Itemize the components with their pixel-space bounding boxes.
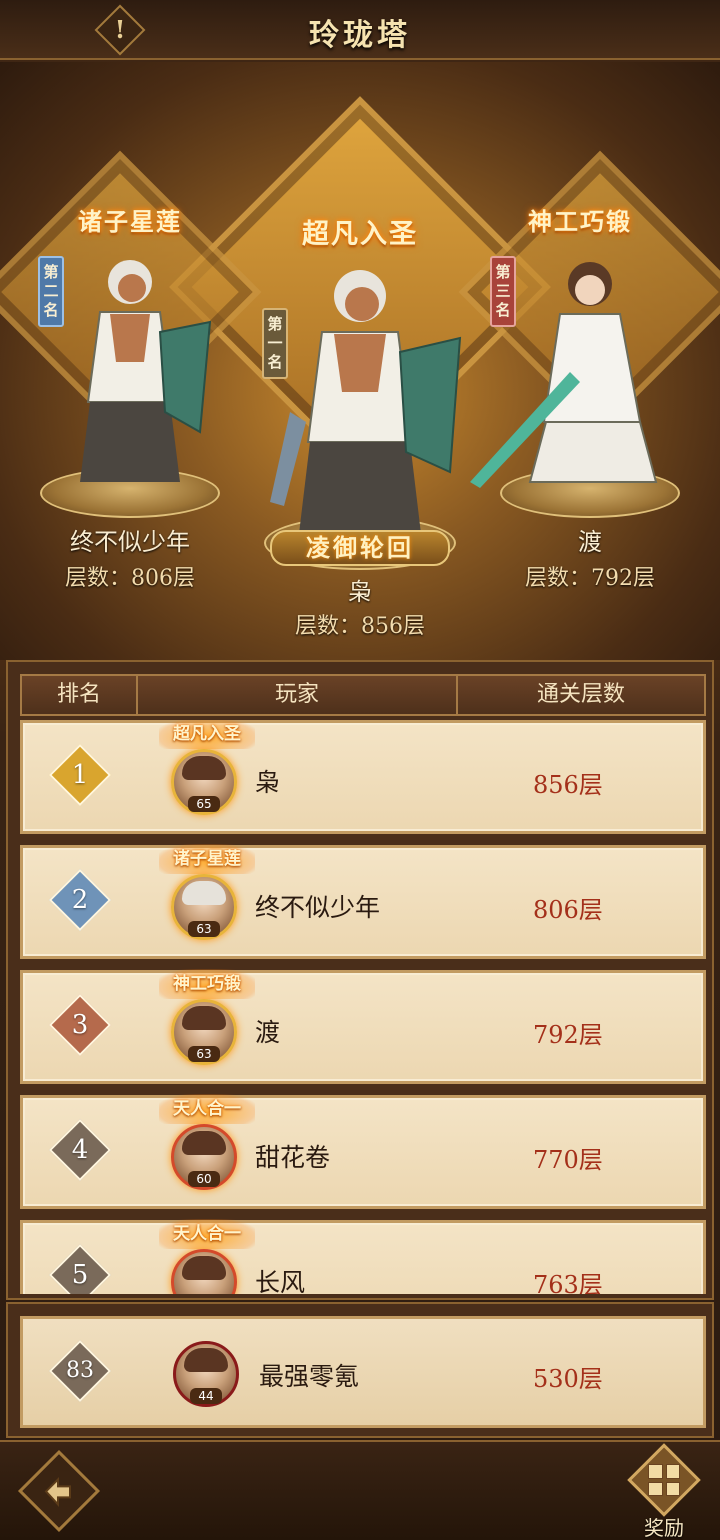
floors-second: 层数：806层 bbox=[65, 566, 195, 591]
title-badge: 神工巧锻 bbox=[159, 969, 255, 999]
table-header: 排名 玩家 通关层数 bbox=[20, 674, 706, 716]
top-bar: ! 玲珑塔 bbox=[0, 0, 720, 60]
rank-badge: 3 bbox=[48, 993, 112, 1057]
podium-area: 诸子星莲 超凡入圣 神工巧锻 第二名 第一名 第三名 终不似少年 层数：806层… bbox=[0, 62, 720, 660]
player-name: 最强零氪 bbox=[259, 1362, 360, 1391]
table-row[interactable]: 2 63 诸子星莲 终不似少年 806层 bbox=[20, 844, 706, 959]
player-name: 甜花卷 bbox=[255, 1143, 331, 1172]
title-badge: 超凡入圣 bbox=[159, 720, 255, 749]
avatar[interactable] bbox=[171, 1249, 237, 1294]
title-banner-first: 超凡入圣 bbox=[302, 219, 418, 250]
avatar-hair bbox=[182, 1131, 226, 1155]
avatar[interactable]: 44 bbox=[173, 1341, 239, 1407]
avatar-level: 44 bbox=[190, 1388, 222, 1404]
my-rank-row[interactable]: 83 44 最强零氪 530层 bbox=[20, 1316, 706, 1428]
title-banner-third: 神工巧锻 bbox=[528, 207, 632, 236]
floor-count: 770层 bbox=[533, 1146, 603, 1174]
back-button[interactable] bbox=[17, 1449, 101, 1533]
rank-badge: 2 bbox=[48, 868, 112, 932]
rank-badge: 5 bbox=[48, 1243, 112, 1294]
title-badge: 天人合一 bbox=[159, 1219, 255, 1249]
reward-label: 奖励 bbox=[644, 1516, 684, 1540]
table-row[interactable]: 5 天人合一 长风 763层 bbox=[20, 1219, 706, 1294]
page-title: 玲珑塔 bbox=[309, 18, 411, 53]
player-name: 终不似少年 bbox=[255, 893, 381, 922]
back-arrow-icon bbox=[44, 1477, 71, 1507]
avatar-level: 63 bbox=[188, 921, 220, 937]
rank-tag-first: 第一名 bbox=[262, 308, 288, 379]
rank-tag-third: 第三名 bbox=[490, 256, 516, 327]
player-name: 渡 bbox=[255, 1018, 281, 1047]
ranking-list[interactable]: 1 65 超凡入圣 枭 856层 2 63 诸子星莲 终不似少年 806层 3 … bbox=[20, 720, 706, 1294]
avatar[interactable]: 60 bbox=[171, 1124, 237, 1190]
table-row[interactable]: 1 65 超凡入圣 枭 856层 bbox=[20, 720, 706, 834]
table-row[interactable]: 4 60 天人合一 甜花卷 770层 bbox=[20, 1094, 706, 1209]
avatar-hair bbox=[182, 1256, 226, 1280]
title-banner-second: 诸子星莲 bbox=[78, 207, 182, 236]
player-name-second: 终不似少年 bbox=[70, 528, 190, 556]
floor-count: 806层 bbox=[533, 896, 603, 924]
rank-number: 1 bbox=[71, 760, 89, 790]
avatar-hair bbox=[182, 1006, 226, 1030]
floor-count: 856层 bbox=[533, 771, 603, 799]
avatar-level: 60 bbox=[188, 1171, 220, 1187]
title-badge: 天人合一 bbox=[159, 1094, 255, 1124]
floor-count: 763层 bbox=[533, 1271, 603, 1294]
character-first[interactable] bbox=[250, 262, 470, 552]
avatar-hair bbox=[184, 1348, 228, 1372]
ranking-board: 排名 玩家 通关层数 1 65 超凡入圣 枭 856层 2 63 诸子星莲 终不… bbox=[6, 660, 714, 1300]
my-rank-panel: 83 44 最强零氪 530层 bbox=[6, 1302, 714, 1438]
rank-number: 4 bbox=[71, 1135, 89, 1165]
avatar[interactable]: 63 bbox=[171, 999, 237, 1065]
floor-count: 530层 bbox=[533, 1365, 603, 1393]
rank-number: 3 bbox=[71, 1010, 89, 1040]
avatar-hair bbox=[182, 756, 226, 780]
floors-third: 层数：792层 bbox=[525, 566, 655, 591]
tower-ranking-page: ! 玲珑塔 诸子星莲 超凡入圣 神工巧锻 第二名 第一名 第三名 终不似少年 层… bbox=[0, 0, 720, 1540]
avatar[interactable]: 63 bbox=[171, 874, 237, 940]
avatar-level: 65 bbox=[188, 796, 220, 812]
reward-icon bbox=[648, 1464, 680, 1496]
player-name: 长风 bbox=[255, 1268, 306, 1294]
rank-badge: 83 bbox=[48, 1339, 112, 1403]
rank-badge: 4 bbox=[48, 1118, 112, 1182]
footer-bar: 奖励 bbox=[0, 1440, 720, 1540]
header-floors: 通关层数 bbox=[536, 682, 625, 707]
floor-count: 792层 bbox=[533, 1021, 603, 1049]
subtitle-banner-first: 凌御轮回 bbox=[270, 530, 450, 566]
player-name-first: 枭 bbox=[348, 578, 372, 606]
player-name: 枭 bbox=[255, 768, 281, 797]
avatar-level: 63 bbox=[188, 1046, 220, 1062]
rank-number: 5 bbox=[71, 1260, 89, 1290]
reward-button[interactable]: 奖励 bbox=[624, 1443, 704, 1540]
header-rank: 排名 bbox=[22, 676, 138, 714]
table-row[interactable]: 3 63 神工巧锻 渡 792层 bbox=[20, 969, 706, 1084]
character-second[interactable] bbox=[40, 252, 220, 492]
rank-badge: 1 bbox=[48, 743, 112, 807]
header-player: 玩家 bbox=[138, 676, 458, 714]
rank-tag-second: 第二名 bbox=[38, 256, 64, 327]
floors-first: 层数：856层 bbox=[295, 614, 425, 639]
rank-number: 2 bbox=[71, 885, 89, 915]
rank-number: 83 bbox=[66, 1358, 94, 1383]
avatar-hair bbox=[182, 881, 226, 905]
avatar[interactable]: 65 bbox=[171, 749, 237, 815]
title-badge: 诸子星莲 bbox=[159, 844, 255, 874]
player-name-third: 渡 bbox=[578, 528, 602, 556]
